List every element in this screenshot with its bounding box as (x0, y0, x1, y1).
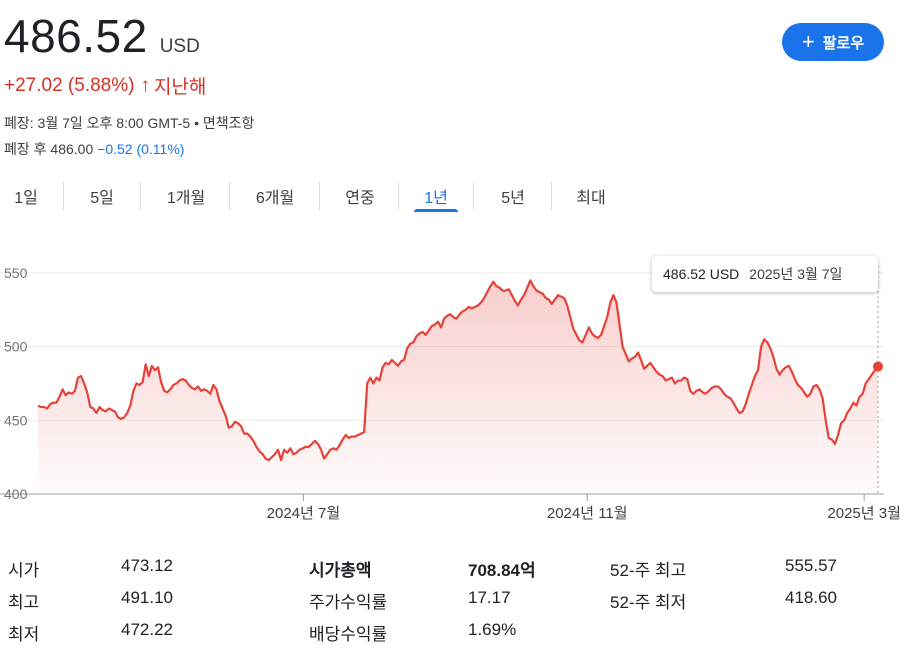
tab-max[interactable]: 최대 (567, 180, 615, 212)
tab-5y[interactable]: 5년 (493, 180, 533, 212)
stat-dividend-value: 1.69% (468, 620, 517, 639)
stat-52w-low-label: 52-주 최저 (610, 593, 687, 612)
stat-pe-value: 17.17 (468, 588, 511, 607)
y-tick-label: 400 (4, 486, 28, 502)
after-hours-info: 폐장 후 486.00 −0.52 (0.11%) (4, 139, 184, 159)
x-axis-ticks: 2024년 7월 2024년 11월 2025년 3월 (267, 494, 901, 522)
x-tick-label: 2025년 3월 (827, 505, 900, 522)
tab-1y[interactable]: 1년 (414, 180, 458, 212)
change-period: 지난해 (153, 77, 207, 98)
tab-separator (473, 182, 474, 210)
tab-separator (398, 182, 399, 210)
y-axis-labels: 400 450 500 550 (4, 265, 28, 502)
follow-label: 팔로우 (822, 34, 865, 52)
tab-6m[interactable]: 6개월 (247, 180, 303, 212)
stat-high-value: 491.10 (121, 588, 173, 607)
stat-52w-high-value: 555.57 (785, 556, 837, 575)
currency-label: USD (159, 36, 200, 57)
stat-52w-high-label: 52-주 최고 (610, 561, 687, 580)
stat-low-label: 최저 (8, 625, 40, 644)
stat-open-value: 473.12 (121, 556, 173, 575)
after-hours-price: 폐장 후 486.00 (4, 141, 94, 157)
tab-1d[interactable]: 1일 (8, 180, 44, 212)
current-price: 486.52 (4, 10, 148, 62)
chart-tooltip: 486.52 USD 2025년 3월 7일 (652, 256, 878, 292)
after-hours-change: −0.52 (0.11%) (97, 141, 185, 157)
tab-5d[interactable]: 5일 (84, 180, 120, 212)
stat-market-cap-label: 시가총액 (309, 561, 372, 580)
stat-pe-label: 주가수익률 (309, 593, 388, 612)
plus-icon: + (801, 29, 815, 54)
tab-separator (229, 182, 230, 210)
stat-52w-low-value: 418.60 (785, 588, 837, 607)
x-tick-label: 2024년 7월 (267, 505, 340, 522)
y-tick-label: 550 (4, 265, 28, 281)
tab-1m[interactable]: 1개월 (158, 180, 214, 212)
x-tick-label: 2024년 11월 (547, 505, 628, 522)
stat-market-cap-value: 708.84억 (468, 561, 536, 580)
stat-low-value: 472.22 (121, 620, 173, 639)
price-change-row: +27.02 (5.88%) ↑ 지난해 (4, 72, 206, 99)
follow-button[interactable]: + 팔로우 (782, 23, 884, 61)
tab-separator (319, 182, 320, 210)
tab-separator (63, 182, 64, 210)
tab-separator (140, 182, 141, 210)
price-row: 486.52 USD (4, 8, 200, 64)
tab-separator (551, 182, 552, 210)
close-info: 폐장: 3월 7일 오후 8:00 GMT-5 • 면책조항 (4, 113, 254, 133)
stat-open-label: 시가 (8, 561, 40, 580)
y-tick-label: 450 (4, 412, 28, 428)
stat-dividend-label: 배당수익률 (309, 625, 388, 644)
price-change: +27.02 (5.88%) (4, 74, 135, 96)
close-info-text: 폐장: 3월 7일 오후 8:00 GMT-5 • 면책조항 (4, 115, 255, 131)
tab-ytd[interactable]: 연중 (338, 180, 382, 212)
tooltip-value: 486.52 USD (663, 266, 740, 282)
last-price-point (873, 361, 883, 372)
arrow-up-icon: ↑ (140, 74, 150, 96)
y-tick-label: 500 (4, 339, 28, 355)
stat-high-label: 최고 (8, 593, 40, 612)
range-tabs: 1일 5일 1개월 6개월 연중 1년 5년 최대 (0, 180, 640, 212)
tooltip-date: 2025년 3월 7일 (749, 266, 843, 282)
